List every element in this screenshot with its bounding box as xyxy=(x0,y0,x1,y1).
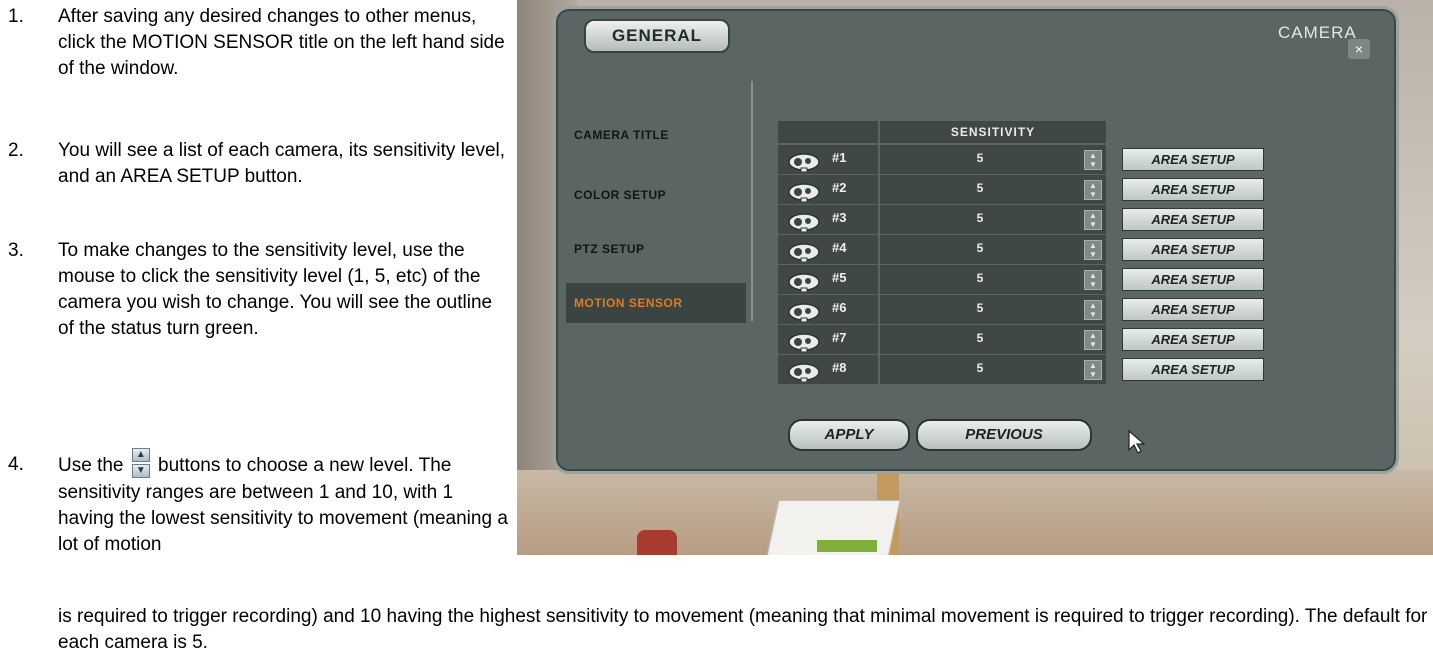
step-number: 4. xyxy=(8,454,24,475)
camera-cell: #8 xyxy=(778,355,878,384)
area-setup-button[interactable]: AREA SETUP xyxy=(1122,238,1264,261)
camera-cell: #7 xyxy=(778,325,878,354)
sensitivity-value[interactable]: 5 xyxy=(880,151,1080,165)
sensitivity-stepper-icon[interactable]: ▲ ▼ xyxy=(1084,360,1102,380)
previous-button[interactable]: PREVIOUS xyxy=(916,419,1092,451)
sensitivity-stepper-icon[interactable]: ▲ ▼ xyxy=(1084,150,1102,170)
sensitivity-cell[interactable]: 5 ▲ ▼ xyxy=(880,175,1106,204)
step-4-lead: Use the xyxy=(58,455,124,477)
step-text: After saving any desired changes to othe… xyxy=(58,6,505,79)
camera-icon xyxy=(788,153,820,172)
area-setup-button[interactable]: AREA SETUP xyxy=(1122,268,1264,291)
camera-number: #1 xyxy=(832,150,847,165)
menu-color-setup[interactable]: COLOR SETUP xyxy=(566,175,746,215)
sensitivity-value[interactable]: 5 xyxy=(880,181,1080,195)
step-text: You will see a list of each camera, its … xyxy=(58,140,506,187)
sensitivity-value[interactable]: 5 xyxy=(880,331,1080,345)
dvr-screenshot: GENERAL CAMERA × CAMERA TITLE COLOR SETU… xyxy=(517,0,1433,555)
camera-cell: #6 xyxy=(778,295,878,324)
camera-number: #7 xyxy=(832,330,847,345)
camera-number: #3 xyxy=(832,210,847,225)
menu-motion-sensor[interactable]: MOTION SENSOR xyxy=(566,283,746,323)
mouse-cursor-icon xyxy=(1128,430,1146,454)
camera-column-header xyxy=(778,121,878,143)
menu-ptz-setup[interactable]: PTZ SETUP xyxy=(566,229,746,269)
sensitivity-stepper-icon[interactable]: ▲ ▼ xyxy=(1084,180,1102,200)
background-box-stripe xyxy=(817,540,877,552)
step-4-continuation: is required to trigger recording) and 10… xyxy=(58,606,1428,653)
up-down-arrows-icon: ▲ ▼ xyxy=(131,448,150,478)
step-text: Use the ▲ ▼ buttons to choose a new level… xyxy=(58,448,508,558)
camera-row: #4 5 ▲ ▼ AREA SETUP xyxy=(778,235,1298,264)
camera-icon xyxy=(788,303,820,322)
sensitivity-stepper-icon[interactable]: ▲ ▼ xyxy=(1084,240,1102,260)
sensitivity-stepper-icon[interactable]: ▲ ▼ xyxy=(1084,210,1102,230)
camera-icon xyxy=(788,273,820,292)
sensitivity-value[interactable]: 5 xyxy=(880,241,1080,255)
camera-cell: #1 xyxy=(778,145,878,174)
sensitivity-column-header: SENSITIVITY xyxy=(880,121,1106,143)
camera-row: #1 5 ▲ ▼ AREA SETUP xyxy=(778,145,1298,174)
camera-row: #8 5 ▲ ▼ AREA SETUP xyxy=(778,355,1298,384)
sensitivity-cell[interactable]: 5 ▲ ▼ xyxy=(880,265,1106,294)
sensitivity-cell[interactable]: 5 ▲ ▼ xyxy=(880,295,1106,324)
step-number: 1. xyxy=(8,6,24,27)
close-icon[interactable]: × xyxy=(1348,39,1370,59)
menu-divider xyxy=(751,81,753,321)
camera-number: #6 xyxy=(832,300,847,315)
sensitivity-stepper-icon[interactable]: ▲ ▼ xyxy=(1084,330,1102,350)
camera-icon xyxy=(788,243,820,262)
area-setup-button[interactable]: AREA SETUP xyxy=(1122,298,1264,321)
camera-row: #7 5 ▲ ▼ AREA SETUP xyxy=(778,325,1298,354)
sensitivity-stepper-icon[interactable]: ▲ ▼ xyxy=(1084,300,1102,320)
camera-number: #2 xyxy=(832,180,847,195)
window-title: CAMERA xyxy=(1278,23,1357,42)
camera-icon xyxy=(788,213,820,232)
sensitivity-stepper-icon[interactable]: ▲ ▼ xyxy=(1084,270,1102,290)
step-4-rest: buttons to choose a new level. The sensi… xyxy=(58,455,508,555)
camera-cell: #4 xyxy=(778,235,878,264)
camera-icon xyxy=(788,333,820,352)
sensitivity-cell[interactable]: 5 ▲ ▼ xyxy=(880,235,1106,264)
area-setup-button[interactable]: AREA SETUP xyxy=(1122,148,1264,171)
sensitivity-value[interactable]: 5 xyxy=(880,361,1080,375)
camera-number: #4 xyxy=(832,240,847,255)
camera-cell: #2 xyxy=(778,175,878,204)
camera-number: #8 xyxy=(832,360,847,375)
menu-camera-title[interactable]: CAMERA TITLE xyxy=(566,115,746,155)
camera-cell: #3 xyxy=(778,205,878,234)
step-text: To make changes to the sensitivity level… xyxy=(58,240,493,339)
tab-general[interactable]: GENERAL xyxy=(584,19,730,53)
sensitivity-cell[interactable]: 5 ▲ ▼ xyxy=(880,355,1106,384)
area-setup-button[interactable]: AREA SETUP xyxy=(1122,358,1264,381)
step-number: 3. xyxy=(8,240,24,261)
sensitivity-cell[interactable]: 5 ▲ ▼ xyxy=(880,145,1106,174)
step-number: 2. xyxy=(8,140,24,161)
area-setup-button[interactable]: AREA SETUP xyxy=(1122,178,1264,201)
camera-row: #3 5 ▲ ▼ AREA SETUP xyxy=(778,205,1298,234)
sensitivity-value[interactable]: 5 xyxy=(880,211,1080,225)
area-setup-button[interactable]: AREA SETUP xyxy=(1122,208,1264,231)
area-setup-button[interactable]: AREA SETUP xyxy=(1122,328,1264,351)
camera-cell: #5 xyxy=(778,265,878,294)
apply-button[interactable]: APPLY xyxy=(788,419,910,451)
camera-icon xyxy=(788,363,820,382)
background-figure xyxy=(637,530,677,555)
sensitivity-cell[interactable]: 5 ▲ ▼ xyxy=(880,325,1106,354)
sensitivity-value[interactable]: 5 xyxy=(880,271,1080,285)
camera-row: #2 5 ▲ ▼ AREA SETUP xyxy=(778,175,1298,204)
camera-icon xyxy=(788,183,820,202)
sensitivity-cell[interactable]: 5 ▲ ▼ xyxy=(880,205,1106,234)
sensitivity-value[interactable]: 5 xyxy=(880,301,1080,315)
camera-row: #5 5 ▲ ▼ AREA SETUP xyxy=(778,265,1298,294)
camera-settings-window: GENERAL CAMERA × CAMERA TITLE COLOR SETU… xyxy=(553,6,1399,474)
camera-row: #6 5 ▲ ▼ AREA SETUP xyxy=(778,295,1298,324)
camera-number: #5 xyxy=(832,270,847,285)
